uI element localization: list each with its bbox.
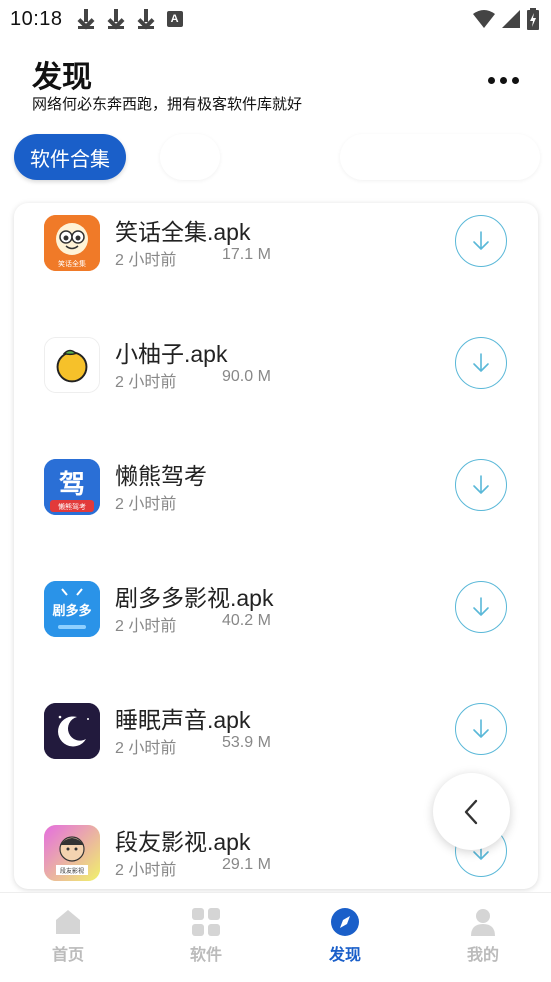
status-bar: 10:18 A: [0, 0, 551, 38]
app-name: 笑话全集.apk: [115, 219, 251, 245]
app-time: 2 小时前: [115, 252, 177, 269]
download-icon: [473, 231, 489, 250]
app-size: 40.2 M: [222, 612, 271, 629]
joke-app-icon: 笑话全集: [44, 215, 100, 271]
back-fab[interactable]: [433, 773, 510, 850]
chevron-left-icon: [464, 799, 477, 824]
app-size: 53.9 M: [222, 734, 271, 751]
app-icon-glyph: 驾: [59, 470, 85, 500]
app-icon-label: 懒熊驾考: [58, 502, 86, 511]
list-item[interactable]: 笑话全集 笑话全集.apk 2 小时前 17.1 M: [14, 203, 538, 295]
download-button[interactable]: [455, 581, 507, 633]
list-item[interactable]: 剧多多 剧多多影视.apk 2 小时前 40.2 M: [14, 551, 538, 661]
download-icon: [473, 475, 489, 494]
wifi-icon: [473, 10, 495, 28]
page-subtitle: 网络何必东奔西跑，拥有极客软件库就好: [32, 95, 303, 113]
app-size: 17.1 M: [222, 246, 271, 263]
grapefruit-app-icon: [44, 337, 100, 393]
app-name: 段友影视.apk: [115, 829, 251, 855]
more-icon: [487, 76, 495, 84]
download-icon: [107, 8, 125, 30]
nav-item-software[interactable]: 软件: [166, 907, 246, 965]
download-button[interactable]: [455, 703, 507, 755]
app-time: 2 小时前: [115, 496, 177, 513]
nav-label: 软件: [189, 945, 222, 964]
app-name: 小柚子.apk: [115, 341, 228, 367]
sleep-app-icon: [44, 703, 100, 759]
app-name: 懒熊驾考: [115, 463, 207, 489]
duanyou-app-icon: 段友影视: [44, 825, 100, 881]
nav-item-home[interactable]: 首页: [28, 907, 108, 965]
nav-item-profile[interactable]: 我的: [443, 907, 523, 965]
status-time: 10:18: [10, 7, 63, 30]
category-chip[interactable]: [160, 134, 220, 180]
download-icon: [77, 8, 95, 30]
system-icons: [473, 8, 539, 30]
download-button[interactable]: [455, 459, 507, 511]
download-button[interactable]: [455, 337, 507, 389]
app-time: 2 小时前: [115, 862, 177, 879]
nav-label: 发现: [328, 945, 361, 964]
list-item[interactable]: 小柚子.apk 2 小时前 90.0 M: [14, 307, 538, 417]
compass-icon: [330, 907, 360, 937]
app-name: 剧多多影视.apk: [115, 585, 274, 611]
bottom-nav: 首页 软件 发现 我的: [0, 892, 551, 982]
category-chip[interactable]: [340, 134, 540, 180]
more-button[interactable]: [485, 68, 521, 92]
download-icon: [137, 8, 155, 30]
download-icon: [473, 353, 489, 372]
driving-app-icon: 驾 懒熊驾考: [44, 459, 100, 515]
app-size: 90.0 M: [222, 368, 271, 385]
category-chip-active[interactable]: 软件合集: [14, 134, 126, 180]
app-time: 2 小时前: [115, 618, 177, 635]
home-icon: [53, 907, 83, 937]
download-button[interactable]: [455, 215, 507, 267]
list-item[interactable]: 睡眠声音.apk 2 小时前 53.9 M: [14, 673, 538, 783]
list-item[interactable]: 驾 懒熊驾考 懒熊驾考 2 小时前: [14, 429, 538, 539]
page-title: 发现: [32, 60, 92, 95]
download-icon: [473, 597, 489, 616]
app-time: 2 小时前: [115, 740, 177, 757]
notification-icons: A: [77, 8, 183, 30]
nav-item-discover[interactable]: 发现: [305, 907, 385, 965]
nav-label: 首页: [51, 945, 84, 964]
category-chip-row: 软件合集: [0, 132, 551, 184]
app-size: 29.1 M: [222, 856, 271, 873]
battery-charging-icon: [527, 8, 539, 30]
app-time: 2 小时前: [115, 374, 177, 391]
app-icon-label: 剧多多: [52, 603, 91, 619]
user-icon: [468, 907, 498, 937]
download-icon: [473, 719, 489, 738]
app-icon-label: 笑话全集: [58, 259, 86, 268]
app-icon-label: 段友影视: [60, 867, 84, 875]
video-app-icon: 剧多多: [44, 581, 100, 637]
nav-label: 我的: [466, 945, 499, 964]
app-name: 睡眠声音.apk: [115, 707, 251, 733]
signal-icon: [502, 10, 520, 28]
a-icon: A: [166, 11, 183, 27]
grid-icon: [191, 907, 221, 937]
